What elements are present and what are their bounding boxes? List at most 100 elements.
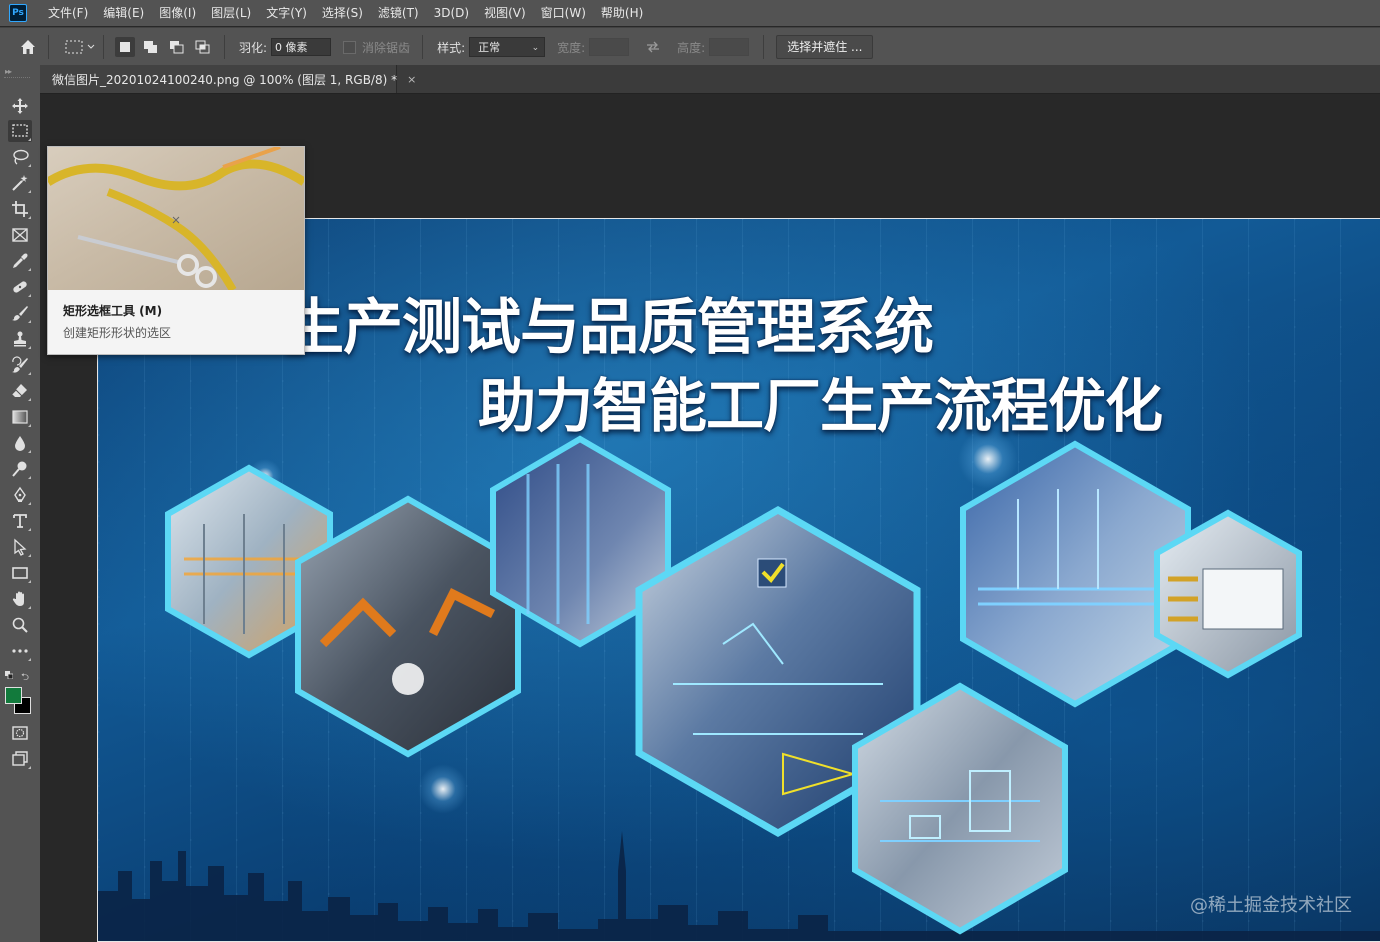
path-selection-tool[interactable] <box>8 536 32 558</box>
document-tab[interactable]: 微信图片_20201024100240.png @ 100% (图层 1, RG… <box>40 65 416 93</box>
home-button[interactable] <box>16 35 40 59</box>
tooltip-preview-image <box>48 147 304 290</box>
close-icon[interactable]: × <box>407 73 416 86</box>
marquee-preset-icon <box>65 40 83 54</box>
tool-group-arrow <box>28 424 31 427</box>
menu-view[interactable]: 视图(V) <box>477 0 534 26</box>
frame-tool[interactable] <box>8 224 32 246</box>
menu-bar: Ps 文件(F) 编辑(E) 图像(I) 图层(L) 文字(Y) 选择(S) 滤… <box>0 0 1380 26</box>
tool-group-arrow <box>28 766 31 769</box>
zoom-icon <box>12 617 28 633</box>
menu-filter[interactable]: 滤镜(T) <box>371 0 427 26</box>
rectangular-marquee-tool[interactable] <box>8 120 32 142</box>
tool-group-arrow <box>28 372 31 375</box>
default-colors-icon[interactable] <box>5 671 13 679</box>
foreground-color-swatch[interactable] <box>5 687 22 704</box>
pen-icon <box>14 486 26 502</box>
ellipsis-icon <box>12 649 28 653</box>
magic-wand-tool[interactable] <box>8 172 32 194</box>
quick-mask-button[interactable] <box>8 722 32 744</box>
menu-file[interactable]: 文件(F) <box>41 0 96 26</box>
menu-window[interactable]: 窗口(W) <box>534 0 594 26</box>
tool-group-arrow <box>28 190 31 193</box>
panel-grip[interactable] <box>4 77 30 80</box>
tool-group-arrow <box>28 216 31 219</box>
clone-stamp-tool[interactable] <box>8 328 32 350</box>
tool-group-arrow <box>28 346 31 349</box>
menu-type[interactable]: 文字(Y) <box>259 0 315 26</box>
tool-group-arrow <box>28 476 31 479</box>
new-selection-icon <box>120 42 130 52</box>
history-brush-icon <box>12 356 28 373</box>
type-icon <box>13 514 27 528</box>
add-to-selection-button[interactable] <box>141 37 161 57</box>
menu-help[interactable]: 帮助(H) <box>594 0 651 26</box>
history-brush-tool[interactable] <box>8 354 32 376</box>
tool-group-arrow <box>28 450 31 453</box>
gradient-tool[interactable] <box>8 406 32 428</box>
intersect-selection-button[interactable] <box>193 37 213 57</box>
tools-panel: ▸▸ ⮌ <box>0 65 41 942</box>
tool-group-arrow <box>28 398 31 401</box>
move-icon <box>12 98 28 114</box>
brush-tool[interactable] <box>8 302 32 324</box>
new-selection-button[interactable] <box>115 37 135 57</box>
tool-group-arrow <box>28 138 31 141</box>
antialias-label: 消除锯齿 <box>362 40 411 55</box>
tool-group-arrow <box>28 658 31 661</box>
screen-mode-button[interactable] <box>8 748 32 770</box>
hand-icon <box>12 591 24 606</box>
style-label: 样式: <box>437 40 466 55</box>
marquee-icon <box>12 124 28 137</box>
lasso-tool[interactable] <box>8 146 32 168</box>
dodge-tool[interactable] <box>8 458 32 480</box>
type-tool[interactable] <box>8 510 32 532</box>
eraser-tool[interactable] <box>8 380 32 402</box>
hand-tool[interactable] <box>8 588 32 610</box>
feather-label: 羽化: <box>239 40 268 55</box>
style-select-value: 正常 <box>478 41 501 54</box>
rectangle-icon <box>12 567 28 579</box>
feather-input[interactable]: 0 像素 <box>271 38 332 56</box>
height-input[interactable] <box>709 38 750 56</box>
more-tools[interactable] <box>8 640 32 662</box>
healing-brush-tool[interactable] <box>8 276 32 298</box>
menu-image[interactable]: 图像(I) <box>152 0 204 26</box>
document-tab-title: 微信图片_20201024100240.png @ 100% (图层 1, RG… <box>52 72 398 87</box>
blur-tool[interactable] <box>8 432 32 454</box>
eyedropper-icon <box>13 253 28 268</box>
eyedropper-tool[interactable] <box>8 250 32 272</box>
menu-select[interactable]: 选择(S) <box>315 0 371 26</box>
frame-icon <box>12 228 28 242</box>
tool-tooltip: 矩形选框工具 (M) 创建矩形形状的选区 <box>47 146 305 355</box>
photoshop-logo-icon[interactable]: Ps <box>9 4 27 22</box>
brush-icon <box>12 306 28 321</box>
add-selection-icon <box>144 41 157 53</box>
subtract-selection-button[interactable] <box>167 37 187 57</box>
tool-preset-picker[interactable] <box>65 40 95 54</box>
tool-group-arrow <box>28 528 31 531</box>
swap-colors-icon[interactable]: ⮌ <box>21 670 29 687</box>
antialias-checkbox[interactable] <box>343 40 357 54</box>
move-tool[interactable] <box>8 95 32 117</box>
separator <box>422 35 424 59</box>
swap-dimensions-button[interactable] <box>645 41 661 53</box>
select-and-mask-button[interactable]: 选择并遮住 ... <box>776 35 874 59</box>
zoom-tool[interactable] <box>8 614 32 636</box>
style-select[interactable]: 正常 ⌄ <box>469 37 546 57</box>
menu-layer[interactable]: 图层(L) <box>204 0 259 26</box>
height-label: 高度: <box>677 40 706 55</box>
menu-3d[interactable]: 3D(D) <box>427 0 477 26</box>
menu-edit[interactable]: 编辑(E) <box>96 0 152 26</box>
width-input[interactable] <box>589 38 630 56</box>
watermark: @稀土掘金技术社区 <box>1190 895 1352 916</box>
light-flare <box>418 764 468 814</box>
rectangle-tool[interactable] <box>8 562 32 584</box>
panel-collapse-icon[interactable]: ▸▸ <box>5 67 12 76</box>
arrow-icon <box>14 538 27 556</box>
crop-tool[interactable] <box>8 198 32 220</box>
tooltip-description: 创建矩形形状的选区 <box>63 326 172 340</box>
pen-tool[interactable] <box>8 484 32 506</box>
tool-group-arrow <box>28 502 31 505</box>
chevron-down-icon: ⌄ <box>531 43 540 53</box>
